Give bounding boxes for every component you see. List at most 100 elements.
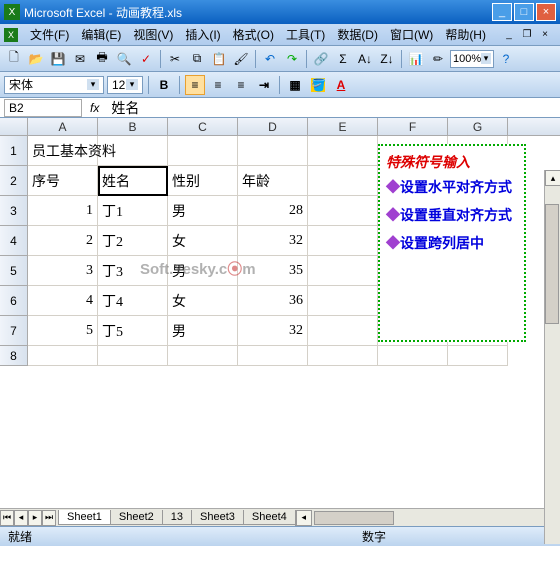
align-left-button[interactable]: ≡ bbox=[185, 75, 205, 95]
cell[interactable]: 32 bbox=[238, 316, 308, 346]
cell[interactable]: 4 bbox=[28, 286, 98, 316]
sheet-tab[interactable]: Sheet3 bbox=[191, 510, 244, 525]
menu-window[interactable]: 窗口(W) bbox=[384, 24, 439, 45]
cut-icon[interactable]: ✂ bbox=[165, 49, 185, 69]
col-header-C[interactable]: C bbox=[168, 118, 238, 135]
autosum-icon[interactable]: Σ bbox=[333, 49, 353, 69]
close-button[interactable]: × bbox=[536, 3, 556, 21]
preview-icon[interactable]: 🔍 bbox=[114, 49, 134, 69]
select-all-corner[interactable] bbox=[0, 118, 28, 135]
cell[interactable]: 丁1 bbox=[98, 196, 168, 226]
drawing-icon[interactable]: ✏ bbox=[428, 49, 448, 69]
row-header[interactable]: 1 bbox=[0, 136, 28, 166]
spellcheck-icon[interactable]: ✓ bbox=[136, 49, 156, 69]
tab-prev-icon[interactable]: ◂ bbox=[14, 510, 28, 526]
cell[interactable]: 5 bbox=[28, 316, 98, 346]
menu-help[interactable]: 帮助(H) bbox=[439, 24, 492, 45]
vertical-scrollbar[interactable]: ▴ bbox=[544, 170, 560, 544]
menu-data[interactable]: 数据(D) bbox=[331, 24, 384, 45]
chart-icon[interactable]: 📊 bbox=[406, 49, 426, 69]
row-header[interactable]: 3 bbox=[0, 196, 28, 226]
row-header[interactable]: 4 bbox=[0, 226, 28, 256]
cell[interactable]: 性别 bbox=[168, 166, 238, 196]
cell[interactable] bbox=[98, 136, 168, 166]
save-icon[interactable]: 💾 bbox=[48, 49, 68, 69]
undo-icon[interactable]: ↶ bbox=[260, 49, 280, 69]
cell[interactable]: 36 bbox=[238, 286, 308, 316]
tab-first-icon[interactable]: ⏮ bbox=[0, 510, 14, 526]
col-header-F[interactable]: F bbox=[378, 118, 448, 135]
align-center-button[interactable]: ≡ bbox=[208, 75, 228, 95]
cell[interactable]: 女 bbox=[168, 226, 238, 256]
cell[interactable]: 1 bbox=[28, 196, 98, 226]
cell[interactable]: 员工基本资料 bbox=[28, 136, 98, 166]
font-name-field[interactable]: 宋体▾ bbox=[4, 76, 104, 94]
name-box[interactable]: B2 bbox=[4, 99, 82, 117]
minimize-button[interactable]: _ bbox=[492, 3, 512, 21]
formula-value[interactable]: 姓名 bbox=[107, 98, 560, 118]
copy-icon[interactable]: ⧉ bbox=[187, 49, 207, 69]
titlebar[interactable]: X Microsoft Excel - 动画教程.xls _ □ × bbox=[0, 0, 560, 24]
new-icon[interactable]: 🗋 bbox=[4, 49, 24, 69]
tab-next-icon[interactable]: ▸ bbox=[28, 510, 42, 526]
col-header-D[interactable]: D bbox=[238, 118, 308, 135]
cell[interactable] bbox=[308, 136, 378, 166]
cell[interactable] bbox=[238, 346, 308, 366]
cell[interactable]: 丁2 bbox=[98, 226, 168, 256]
cell[interactable] bbox=[308, 226, 378, 256]
print-icon[interactable]: 🖶 bbox=[92, 49, 112, 69]
format-painter-icon[interactable]: 🖌 bbox=[231, 49, 251, 69]
cell[interactable] bbox=[168, 346, 238, 366]
doc-minimize[interactable]: _ bbox=[502, 28, 516, 42]
active-cell[interactable]: 姓名 bbox=[98, 166, 168, 196]
mail-icon[interactable]: ✉ bbox=[70, 49, 90, 69]
tab-last-icon[interactable]: ⏭ bbox=[42, 510, 56, 526]
cell[interactable]: 3 bbox=[28, 256, 98, 286]
row-header[interactable]: 6 bbox=[0, 286, 28, 316]
row-header[interactable]: 5 bbox=[0, 256, 28, 286]
cell[interactable] bbox=[308, 196, 378, 226]
font-color-button[interactable]: A bbox=[331, 75, 351, 95]
cell[interactable] bbox=[308, 346, 378, 366]
doc-close[interactable]: × bbox=[538, 28, 552, 42]
sheet-tab[interactable]: 13 bbox=[162, 510, 192, 525]
scroll-left-icon[interactable]: ◂ bbox=[296, 510, 312, 526]
cell[interactable]: 男 bbox=[168, 196, 238, 226]
fx-button[interactable]: fx bbox=[82, 101, 107, 115]
bold-button[interactable]: B bbox=[154, 75, 174, 95]
cell[interactable] bbox=[308, 316, 378, 346]
zoom-field[interactable]: 100%▾ bbox=[450, 50, 494, 68]
cell[interactable] bbox=[308, 286, 378, 316]
scroll-thumb[interactable] bbox=[545, 204, 559, 324]
menu-file[interactable]: 文件(F) bbox=[24, 24, 75, 45]
col-header-A[interactable]: A bbox=[28, 118, 98, 135]
paste-icon[interactable]: 📋 bbox=[209, 49, 229, 69]
link-icon[interactable]: 🔗 bbox=[311, 49, 331, 69]
cell[interactable] bbox=[98, 346, 168, 366]
menu-tools[interactable]: 工具(T) bbox=[280, 24, 331, 45]
menu-edit[interactable]: 编辑(E) bbox=[75, 24, 127, 45]
cell[interactable] bbox=[28, 346, 98, 366]
cell[interactable]: 序号 bbox=[28, 166, 98, 196]
font-size-field[interactable]: 12▾ bbox=[107, 76, 143, 94]
row-header[interactable]: 8 bbox=[0, 346, 28, 366]
cell[interactable]: 丁4 bbox=[98, 286, 168, 316]
scroll-thumb[interactable] bbox=[314, 511, 394, 525]
align-right-button[interactable]: ≡ bbox=[231, 75, 251, 95]
cell[interactable]: 2 bbox=[28, 226, 98, 256]
merge-center-button[interactable]: ⇥ bbox=[254, 75, 274, 95]
cell[interactable]: 28 bbox=[238, 196, 308, 226]
sheet-tab[interactable]: Sheet4 bbox=[243, 510, 296, 525]
doc-restore[interactable]: ❐ bbox=[520, 28, 534, 42]
cell[interactable]: 男 bbox=[168, 316, 238, 346]
scroll-up-icon[interactable]: ▴ bbox=[545, 170, 560, 186]
cell[interactable] bbox=[168, 136, 238, 166]
help-icon[interactable]: ? bbox=[496, 49, 516, 69]
col-header-B[interactable]: B bbox=[98, 118, 168, 135]
horizontal-scrollbar[interactable]: ◂ ▸ bbox=[295, 510, 560, 526]
menu-insert[interactable]: 插入(I) bbox=[179, 24, 226, 45]
sheet-tab[interactable]: Sheet1 bbox=[58, 510, 111, 525]
cell[interactable]: 丁5 bbox=[98, 316, 168, 346]
cell[interactable] bbox=[308, 166, 378, 196]
col-header-G[interactable]: G bbox=[448, 118, 508, 135]
